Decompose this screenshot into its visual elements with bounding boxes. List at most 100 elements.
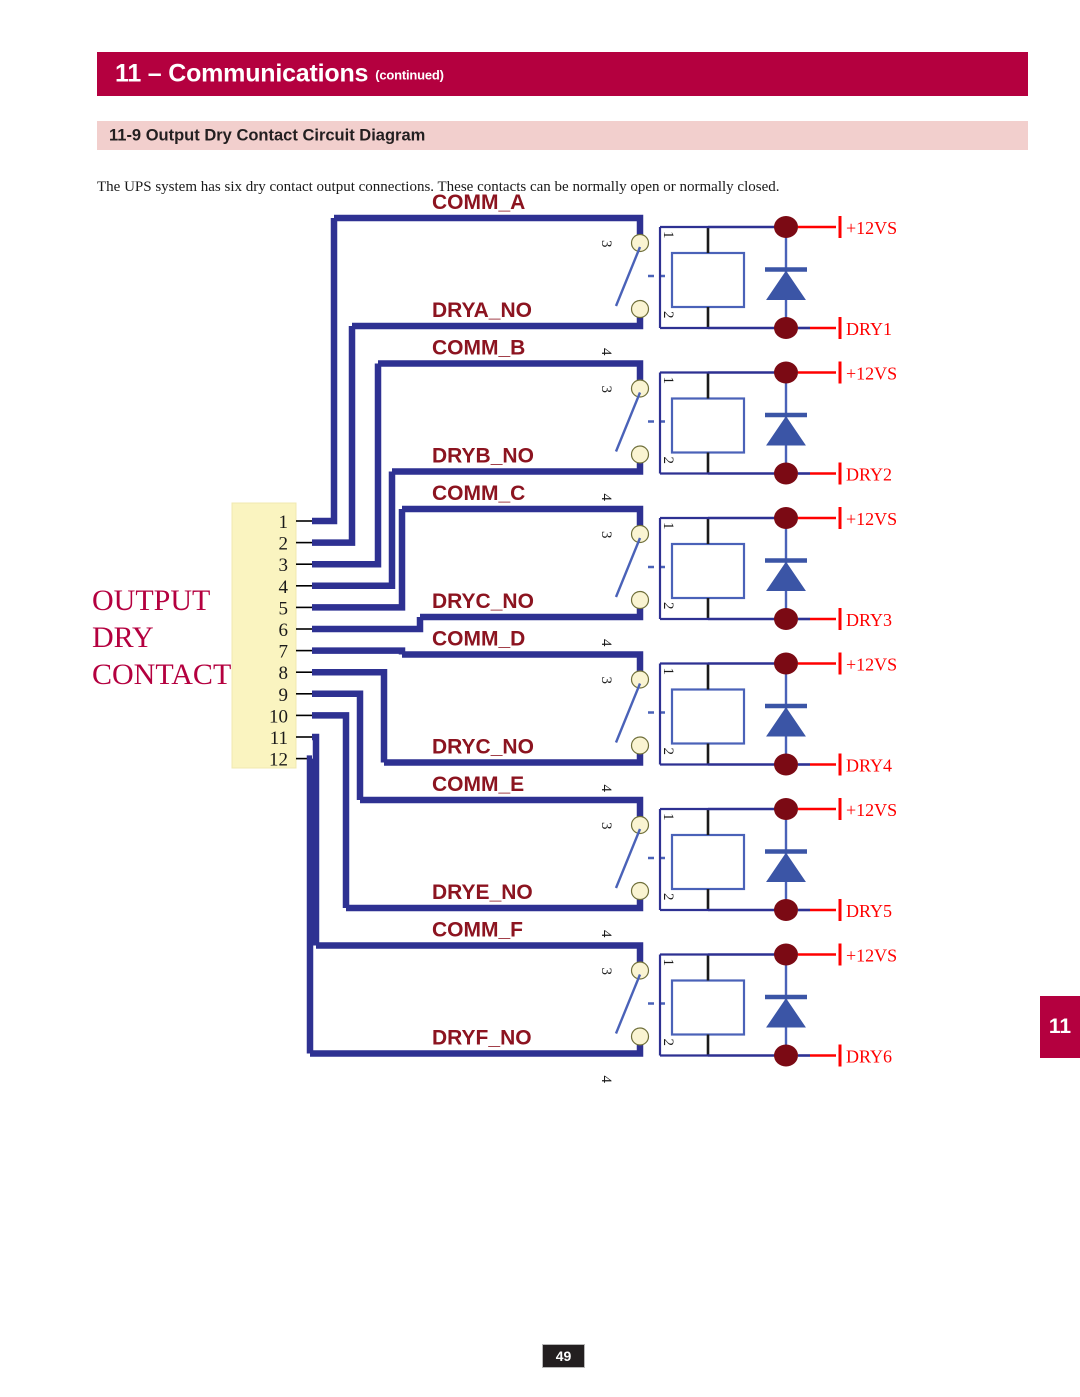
- switch-blade-5: [614, 828, 642, 889]
- relay-row-5: COMM_E DRYE_NO 3 4 1 2 +12VS DRY5: [346, 773, 897, 938]
- junction-node-supply-2: [774, 361, 798, 384]
- comm-bus-3: [402, 505, 644, 529]
- relay-row-3: COMM_C DRYC_NO 3 4 1 2 +12VS DRY3: [402, 482, 897, 647]
- diode-body-2: [766, 416, 806, 446]
- supply-label-6: +12VS: [846, 946, 897, 966]
- diode-body-6: [766, 998, 806, 1028]
- supply-label-1: +12VS: [846, 218, 897, 238]
- switch-blade-6: [614, 974, 642, 1034]
- net-label-comm_a: COMM_A: [432, 191, 525, 214]
- dry-label-dry4: DRY4: [846, 756, 892, 776]
- junction-node-supply-3: [774, 507, 798, 529]
- contact-terminal-dot-bottom-5: [630, 881, 650, 901]
- comm-bus-1: [334, 214, 644, 238]
- coil-pin-1-1: 1: [660, 231, 676, 239]
- junction-node-supply-4: [774, 652, 798, 675]
- dry-label-dry3: DRY3: [846, 610, 892, 630]
- net-label-dryc_no-3: DRYC_NO: [432, 590, 534, 613]
- junction-node-dry-6: [774, 1044, 798, 1067]
- caption-line-2: DRY: [92, 621, 154, 654]
- terminal-block: 123456789101112: [231, 502, 312, 771]
- contact-terminal-dot-bottom-1: [630, 299, 650, 319]
- junction-node-dry-2: [774, 462, 798, 485]
- coil-pin-1-5: 1: [660, 813, 676, 821]
- junction-node-dry-5: [774, 899, 798, 921]
- dry-label-dry2: DRY2: [846, 465, 892, 485]
- terminal-pin-label-7: 7: [279, 642, 289, 663]
- output-dry-contact-caption: OUTPUT DRY CONTACT: [92, 584, 231, 691]
- terminal-pin-label-5: 5: [279, 598, 289, 619]
- coil-pin-2-2: 2: [660, 457, 676, 465]
- contact-terminal-4-6: 4: [598, 1076, 614, 1084]
- relay-row-4: COMM_D DRYC_NO 3 4 1 2 +12VS DRY4: [384, 628, 897, 793]
- coil-pin-1-6: 1: [660, 959, 676, 967]
- caption-line-1: OUTPUT: [92, 584, 210, 617]
- comm-bus-2: [378, 360, 644, 384]
- contact-terminal-3-1: 3: [598, 240, 614, 248]
- terminal-pin-label-10: 10: [269, 706, 288, 727]
- net-label-dryb_no-2: DRYB_NO: [432, 445, 534, 468]
- caption-line-3: CONTACT: [92, 658, 231, 691]
- relay-row-2: COMM_B DRYB_NO 3 4 1 2 +12VS DRY2: [378, 337, 897, 502]
- net-label-dryf_no-6: DRYF_NO: [432, 1027, 532, 1050]
- coil-pin-2-3: 2: [660, 602, 676, 610]
- switch-blade-4: [614, 683, 642, 743]
- dry-label-dry1: DRY1: [846, 319, 892, 339]
- contact-terminal-4-4: 4: [598, 785, 614, 793]
- bus-route-pin-6: [312, 617, 424, 633]
- relay-coil-2: [670, 397, 746, 454]
- relay-row-1: COMM_A DRYA_NO 3 4 1 2 +12VS DRY1: [334, 191, 897, 356]
- contact-terminal-4-1: 4: [598, 348, 614, 356]
- junction-node-dry-4: [774, 753, 798, 776]
- contact-terminal-dot-bottom-2: [630, 445, 650, 464]
- terminal-pin-label-6: 6: [279, 620, 289, 641]
- net-label-comm_f: COMM_F: [432, 919, 523, 942]
- switch-blade-3: [614, 537, 642, 598]
- terminal-pin-label-11: 11: [270, 728, 288, 749]
- relay-coil-1: [670, 251, 746, 309]
- supply-label-5: +12VS: [846, 800, 897, 820]
- net-label-dryc_no-4: DRYC_NO: [432, 736, 534, 759]
- terminal-pin-label-1: 1: [279, 512, 289, 533]
- relay-coil-6: [670, 979, 746, 1036]
- bus-route-pin-3: [312, 363, 382, 568]
- net-label-comm_b: COMM_B: [432, 337, 525, 360]
- contact-terminal-3-3: 3: [598, 531, 614, 539]
- relay-coil-4: [670, 688, 746, 745]
- coil-pin-1-2: 1: [660, 377, 676, 385]
- dry-label-dry6: DRY6: [846, 1047, 892, 1067]
- document-page: 11 – Communications (continued) 11-9 Outp…: [0, 0, 1080, 1397]
- diode-body-5: [766, 852, 806, 882]
- circuit-svg: 123456789101112OUTPUTDRYCONTACTCOMM_ADRY…: [92, 191, 897, 1084]
- terminal-pin-label-12: 12: [269, 750, 288, 771]
- net-label-comm_d: COMM_D: [432, 628, 525, 651]
- contact-terminal-3-2: 3: [598, 386, 614, 394]
- contact-terminal-dot-bottom-6: [630, 1027, 650, 1046]
- terminal-pin-label-4: 4: [279, 577, 289, 598]
- supply-label-2: +12VS: [846, 364, 897, 384]
- net-label-comm_e: COMM_E: [432, 773, 524, 796]
- diode-body-3: [766, 561, 806, 591]
- net-label-drya_no-1: DRYA_NO: [432, 299, 532, 322]
- relay-coil-5: [670, 833, 746, 891]
- contact-terminal-3-4: 3: [598, 677, 614, 685]
- terminal-wiring-bus: [306, 218, 424, 1054]
- switch-blade-1: [614, 246, 642, 307]
- junction-node-supply-6: [774, 943, 798, 966]
- relay-coil-3: [670, 542, 746, 600]
- junction-node-supply-5: [774, 798, 798, 820]
- coil-pin-2-5: 2: [660, 893, 676, 901]
- supply-label-3: +12VS: [846, 509, 897, 529]
- junction-node-dry-1: [774, 317, 798, 339]
- comm-bus-4: [402, 651, 644, 675]
- contact-terminal-4-5: 4: [598, 930, 614, 938]
- bus-route-pin-1: [312, 218, 338, 525]
- bus-route-pin-12: [306, 755, 314, 1054]
- bus-route-pin-7: [312, 647, 406, 655]
- contact-terminal-3-6: 3: [598, 968, 614, 976]
- coil-pin-1-4: 1: [660, 668, 676, 676]
- junction-node-dry-3: [774, 608, 798, 630]
- net-label-drye_no-5: DRYE_NO: [432, 881, 533, 904]
- diode-body-4: [766, 707, 806, 737]
- terminal-pin-label-9: 9: [279, 685, 289, 706]
